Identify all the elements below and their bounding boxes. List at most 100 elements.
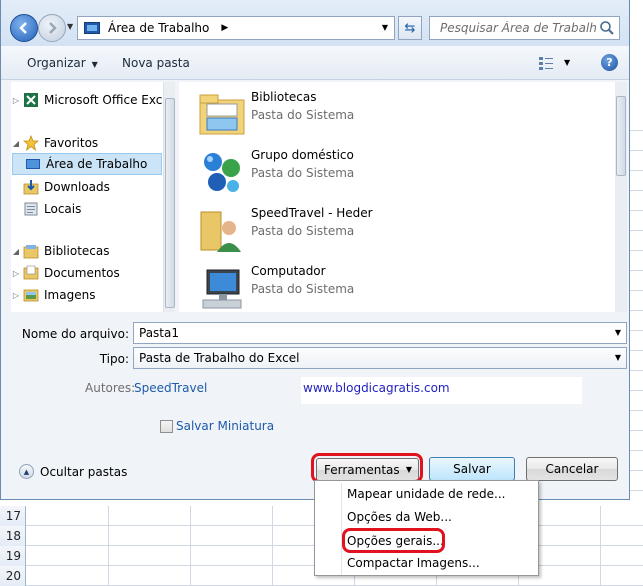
item-name: Computador xyxy=(251,264,326,278)
collapse-arrow-icon[interactable]: ◢ xyxy=(11,247,21,256)
sidebar-item-libraries[interactable]: ◢ Bibliotecas xyxy=(11,240,109,262)
item-description: Pasta do Sistema xyxy=(251,282,355,296)
type-label: Tipo: xyxy=(99,352,129,366)
search-icon[interactable] xyxy=(598,19,616,37)
recent-places-icon xyxy=(24,202,38,216)
save-as-dialog: ▼ Área de Trabalho ▶ ▼ ⇆ Organizar ▼ Nova… xyxy=(0,0,630,500)
hide-folders-label: Ocultar pastas xyxy=(40,464,128,479)
expand-arrow-icon[interactable]: ▷ xyxy=(11,96,21,105)
item-name: SpeedTravel - Heder xyxy=(251,206,373,220)
expand-arrow-icon[interactable]: ▷ xyxy=(11,291,21,300)
chevron-down-icon: ▼ xyxy=(91,60,98,69)
type-value[interactable]: Pasta de Trabalho do Excel xyxy=(139,351,299,365)
star-icon xyxy=(23,135,39,151)
row-header[interactable]: 17 xyxy=(0,506,26,526)
sidebar-item-documents[interactable]: ▷ Documentos xyxy=(11,262,120,284)
view-dropdown-icon[interactable]: ▼ xyxy=(564,58,570,67)
authors-label: Autores: xyxy=(85,381,136,395)
tools-label: Ferramentas xyxy=(324,463,400,477)
recent-locations-dropdown[interactable]: ▼ xyxy=(67,22,73,31)
sidebar-item-label: Favoritos xyxy=(44,136,99,150)
row-header[interactable]: 19 xyxy=(0,546,26,566)
sidebar-item-label: Documentos xyxy=(44,266,120,280)
new-folder-button[interactable]: Nova pasta xyxy=(122,56,190,70)
desktop-icon xyxy=(84,22,100,34)
view-options-icon[interactable] xyxy=(538,55,554,71)
save-thumbnail-checkbox[interactable] xyxy=(160,420,173,433)
chevron-down-icon[interactable]: ▼ xyxy=(615,353,621,362)
item-description: Pasta do Sistema xyxy=(251,224,355,238)
type-select[interactable]: Pasta de Trabalho do Excel ▼ xyxy=(133,347,627,369)
address-bar[interactable]: Área de Trabalho ▶ ▼ xyxy=(77,16,395,40)
save-button[interactable]: Salvar xyxy=(429,457,515,481)
search-input[interactable] xyxy=(438,18,598,38)
sidebar-item-label: Imagens xyxy=(44,288,96,302)
excel-icon xyxy=(24,93,38,107)
sidebar-item-label: Microsoft Office Exce xyxy=(44,93,170,107)
menu-gutter xyxy=(341,483,342,575)
navigation-scrollbar[interactable] xyxy=(163,82,175,312)
user-folder-icon xyxy=(200,211,241,252)
filename-value[interactable]: Pasta1 xyxy=(139,326,179,340)
menu-item-compress-pictures[interactable]: Compactar Imagens... xyxy=(347,556,480,570)
libraries-folder-icon xyxy=(199,94,245,135)
organize-label: Organizar xyxy=(27,56,86,70)
row-header[interactable]: 18 xyxy=(0,526,26,546)
item-description: Pasta do Sistema xyxy=(251,108,355,122)
pictures-icon xyxy=(23,289,39,302)
sidebar-item-pictures[interactable]: ▷ Imagens xyxy=(11,284,96,306)
sidebar-item-downloads[interactable]: Downloads xyxy=(11,176,110,198)
documents-icon xyxy=(23,265,39,280)
tools-button[interactable]: Ferramentas ▼ xyxy=(316,458,419,482)
sidebar-item-recent-places[interactable]: Locais xyxy=(11,198,81,220)
list-item[interactable]: SpeedTravel - Heder Pasta do Sistema xyxy=(197,200,497,254)
sidebar-item-favorites[interactable]: ◢ Favoritos xyxy=(11,132,98,154)
menu-item-map-network-drive[interactable]: Mapear unidade de rede... xyxy=(347,487,505,501)
row-header[interactable]: 20 xyxy=(0,566,26,586)
filename-field[interactable]: Pasta1 ▼ xyxy=(133,322,627,344)
sidebar-item-excel[interactable]: ▷ Microsoft Office Exce xyxy=(11,89,170,111)
organize-menu[interactable]: Organizar ▼ xyxy=(27,56,98,70)
breadcrumb-arrow-icon[interactable]: ▶ xyxy=(221,23,228,33)
authors-field[interactable]: SpeedTravel xyxy=(134,381,207,395)
file-list-scrollbar[interactable] xyxy=(615,82,627,312)
expand-arrow-icon[interactable]: ▷ xyxy=(11,269,21,278)
libraries-icon xyxy=(23,245,39,259)
navigation-bar: ▼ Área de Trabalho ▶ ▼ ⇆ xyxy=(1,0,629,46)
help-icon[interactable]: ? xyxy=(601,54,618,71)
item-name: Bibliotecas xyxy=(251,90,317,104)
refresh-button[interactable]: ⇆ xyxy=(398,16,422,40)
menu-item-web-options[interactable]: Opções da Web... xyxy=(347,510,452,524)
arrow-right-icon xyxy=(49,22,57,34)
save-thumbnail-label[interactable]: Salvar Miniatura xyxy=(176,419,274,433)
sidebar-item-desktop[interactable]: Área de Trabalho xyxy=(12,153,162,175)
back-button[interactable] xyxy=(10,14,38,42)
scrollbar-thumb[interactable] xyxy=(165,98,175,308)
file-list: Bibliotecas Pasta do Sistema Grupo domés… xyxy=(179,82,627,312)
hide-folders-button[interactable]: ▲ Ocultar pastas xyxy=(19,464,127,479)
cancel-button[interactable]: Cancelar xyxy=(526,457,618,481)
collapse-arrow-icon[interactable]: ◢ xyxy=(11,139,21,148)
arrow-left-icon xyxy=(19,22,27,34)
chevron-down-icon[interactable]: ▼ xyxy=(615,328,621,337)
navigation-pane: ▷ Microsoft Office Exce ◢ Favoritos Área… xyxy=(11,82,175,312)
address-text[interactable]: Área de Trabalho xyxy=(108,21,209,35)
list-item[interactable]: Bibliotecas Pasta do Sistema xyxy=(197,84,497,138)
list-item[interactable]: Computador Pasta do Sistema xyxy=(197,258,497,312)
forward-button[interactable] xyxy=(38,14,66,42)
tools-menu: Mapear unidade de rede... Opções da Web.… xyxy=(314,480,539,576)
toolbar: Organizar ▼ Nova pasta ▼ ? xyxy=(1,46,629,80)
search-box[interactable] xyxy=(429,16,620,40)
sidebar-item-label: Bibliotecas xyxy=(44,244,110,258)
refresh-icon: ⇆ xyxy=(404,20,416,36)
downloads-icon xyxy=(23,180,39,195)
chevron-up-icon: ▲ xyxy=(19,464,34,479)
address-dropdown-icon[interactable]: ▼ xyxy=(382,23,388,32)
sidebar-item-label: Downloads xyxy=(44,180,110,194)
scrollbar-thumb[interactable] xyxy=(616,96,626,176)
list-item[interactable]: Grupo doméstico Pasta do Sistema xyxy=(197,142,497,196)
watermark-text: www.blogdicagratis.com xyxy=(301,377,582,404)
sidebar-item-label: Área de Trabalho xyxy=(46,157,148,171)
chevron-down-icon: ▼ xyxy=(405,465,412,474)
menu-item-general-options[interactable]: Opções gerais... xyxy=(347,534,444,548)
